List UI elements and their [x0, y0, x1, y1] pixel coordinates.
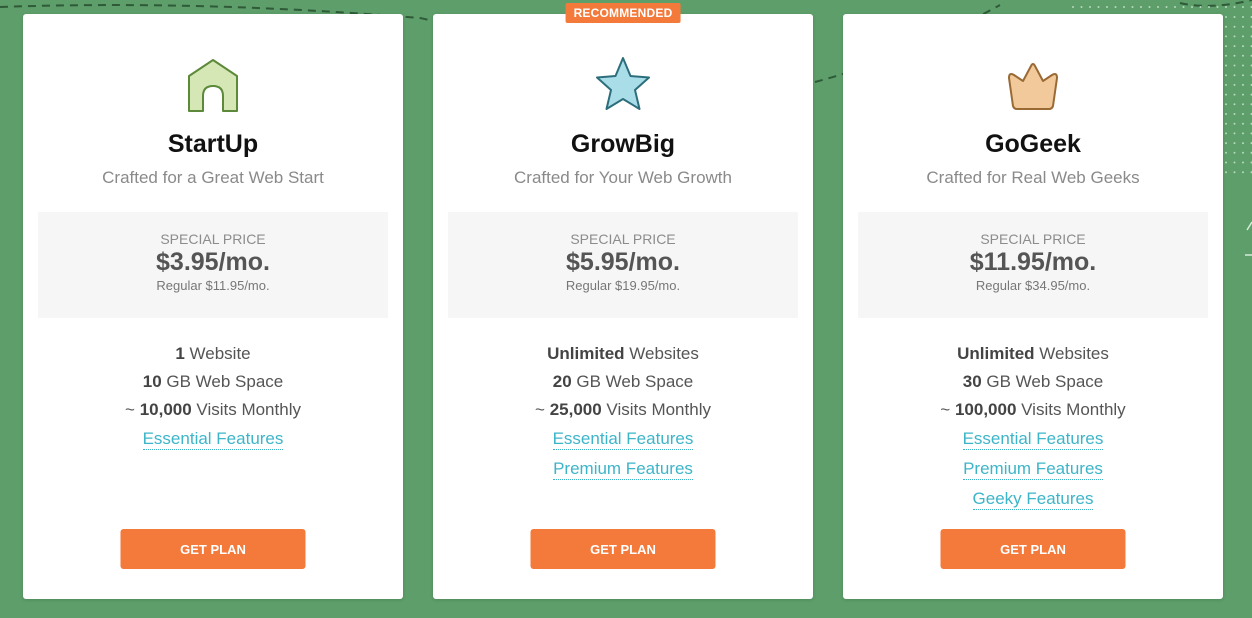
price-box: SPECIAL PRICE $5.95/mo. Regular $19.95/m… — [448, 212, 798, 318]
plan-card-gogeek: GoGeek Crafted for Real Web Geeks SPECIA… — [843, 14, 1223, 599]
star-icon — [591, 54, 655, 114]
plan-card-growbig: RECOMMENDED GrowBig Crafted for Your Web… — [433, 3, 813, 599]
get-plan-button[interactable]: GET PLAN — [120, 529, 306, 569]
get-plan-button[interactable]: GET PLAN — [940, 529, 1126, 569]
feature-websites: Unlimited Websites — [547, 344, 699, 363]
feature-space: 20 GB Web Space — [552, 372, 694, 391]
feature-space: 10 GB Web Space — [142, 372, 284, 391]
feature-websites: Unlimited Websites — [957, 344, 1109, 363]
plan-subtitle: Crafted for Your Web Growth — [514, 168, 732, 187]
price-label: SPECIAL PRICE — [160, 231, 266, 247]
price-box: SPECIAL PRICE $11.95/mo. Regular $34.95/… — [858, 212, 1208, 318]
plan-name: GrowBig — [570, 130, 676, 158]
price-label: SPECIAL PRICE — [570, 231, 676, 247]
feature-visits: ~ 100,000 Visits Monthly — [940, 400, 1126, 419]
feature-visits: ~ 10,000 Visits Monthly — [125, 400, 301, 419]
geeky-features-link[interactable]: Geeky Features — [972, 489, 1094, 510]
recommended-badge: RECOMMENDED — [565, 3, 681, 23]
essential-features-link[interactable]: Essential Features — [142, 429, 284, 450]
plan-subtitle: Crafted for a Great Web Start — [102, 168, 324, 187]
house-icon — [181, 54, 245, 114]
price-label: SPECIAL PRICE — [980, 231, 1086, 247]
feature-list: Unlimited Websites 20 GB Web Space ~ 25,… — [433, 340, 813, 484]
price-value: $3.95/mo. — [156, 248, 270, 276]
plan-card-startup: StartUp Crafted for a Great Web Start SP… — [23, 14, 403, 599]
price-value: $11.95/mo. — [969, 248, 1097, 276]
feature-list: Unlimited Websites 30 GB Web Space ~ 100… — [843, 340, 1223, 514]
crown-icon — [1001, 54, 1065, 114]
feature-websites: 1 Website — [175, 344, 251, 363]
premium-features-link[interactable]: Premium Features — [553, 459, 693, 480]
regular-price: Regular $34.95/mo. — [975, 278, 1091, 293]
essential-features-link[interactable]: Essential Features — [962, 429, 1104, 450]
essential-features-link[interactable]: Essential Features — [552, 429, 694, 450]
feature-visits: ~ 25,000 Visits Monthly — [535, 400, 711, 419]
plan-subtitle: Crafted for Real Web Geeks — [926, 168, 1140, 187]
regular-price: Regular $19.95/mo. — [565, 278, 681, 293]
plan-name: GoGeek — [985, 130, 1081, 158]
get-plan-button[interactable]: GET PLAN — [530, 529, 716, 569]
regular-price: Regular $11.95/mo. — [156, 278, 270, 293]
feature-space: 30 GB Web Space — [962, 372, 1104, 391]
price-value: $5.95/mo. — [566, 248, 680, 276]
premium-features-link[interactable]: Premium Features — [963, 459, 1103, 480]
price-box: SPECIAL PRICE $3.95/mo. Regular $11.95/m… — [38, 212, 388, 318]
plan-name: StartUp — [167, 130, 259, 158]
feature-list: 1 Website 10 GB Web Space ~ 10,000 Visit… — [23, 340, 403, 454]
